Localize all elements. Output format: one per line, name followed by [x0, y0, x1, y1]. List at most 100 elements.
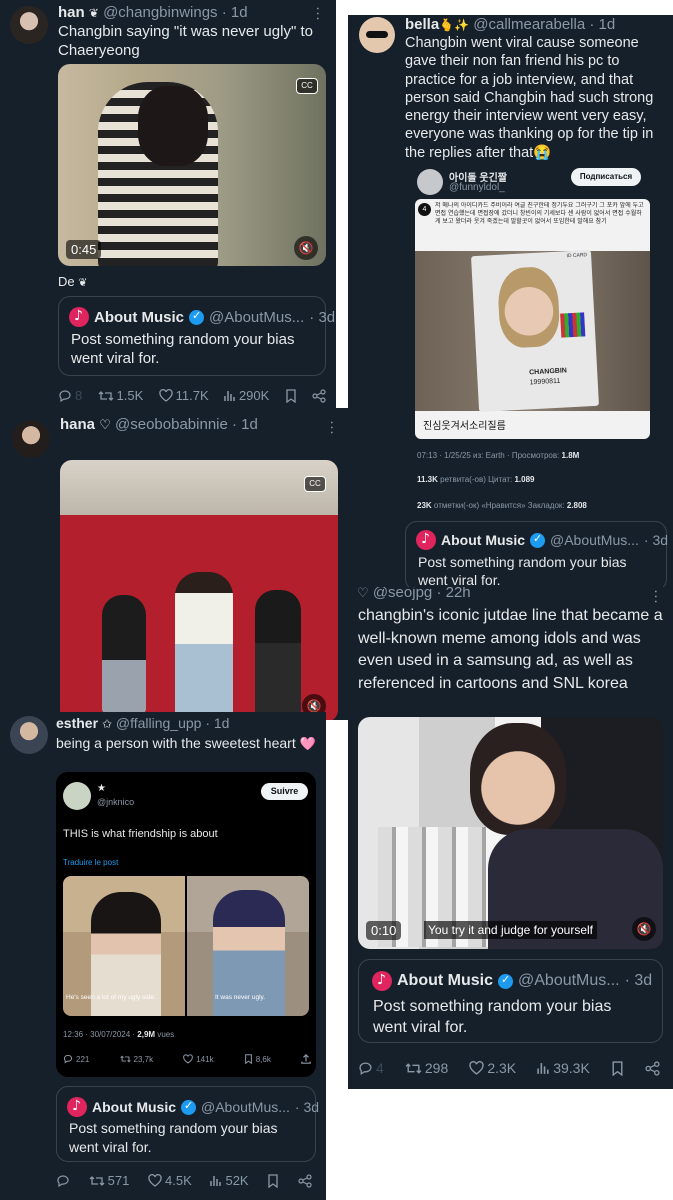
follow-button[interactable]: Suivre: [261, 783, 308, 800]
heart-icon: [469, 1061, 484, 1075]
embedded-tweet[interactable]: 아이돌 웃긴짤 @funnyldol_ Подписаться 4 저 메나의 …: [405, 162, 662, 524]
quoted-handle[interactable]: @AboutMus...: [550, 532, 639, 548]
quoted-tweet[interactable]: About Music @AboutMus... · 3d Post somet…: [358, 959, 663, 1043]
author-handle[interactable]: @changbinwings: [103, 4, 217, 21]
tweet-time[interactable]: · 1d: [222, 4, 248, 21]
tweet-video[interactable]: CC 🔇: [60, 460, 338, 720]
reply-icon[interactable]: [56, 1174, 70, 1188]
photocard-qr: [560, 312, 586, 338]
share-icon[interactable]: [312, 388, 326, 403]
avatar[interactable]: [10, 716, 48, 754]
tweet-seojpg[interactable]: ♡ @seojpg · 22h ··· changbin's iconic ju…: [348, 587, 673, 1089]
embed-name[interactable]: ★: [97, 783, 106, 794]
like-button[interactable]: 2.3K: [469, 1060, 516, 1076]
tweet-hana[interactable]: hana ♡ @seobobabinnie · 1d ··· CC 🔇: [0, 408, 348, 720]
subscribe-button[interactable]: Подписаться: [571, 168, 641, 186]
tweet-time[interactable]: · 1d: [589, 16, 615, 33]
embed-bookmarks-count: 2.808: [566, 501, 587, 510]
author-name[interactable]: esther: [56, 715, 98, 731]
views-icon: [224, 391, 235, 401]
tweet-time[interactable]: · 1d: [232, 416, 258, 433]
quoted-handle[interactable]: @AboutMus...: [201, 1099, 290, 1115]
embed-handle[interactable]: @funnyldol_: [449, 182, 505, 193]
retweet-button[interactable]: 298: [405, 1060, 448, 1076]
author-handle[interactable]: @callmearabella: [473, 16, 585, 33]
bookmark-icon[interactable]: [285, 388, 297, 403]
retweet-button[interactable]: 1.5K: [98, 388, 143, 403]
share-icon[interactable]: [298, 1173, 312, 1188]
quoted-name[interactable]: About Music: [94, 309, 184, 326]
retweet-button[interactable]: 571: [89, 1173, 129, 1188]
embed-retweet-button[interactable]: 23,7k: [119, 1054, 153, 1064]
quoted-handle[interactable]: @AboutMus...: [518, 972, 620, 990]
avatar[interactable]: [12, 420, 50, 458]
embed-reply-button[interactable]: 221: [63, 1054, 89, 1064]
quoted-time[interactable]: · 3d: [625, 972, 653, 990]
author-name[interactable]: hana: [60, 416, 95, 433]
quoted-tweet[interactable]: About Music @AboutMus... · 3d Post somet…: [56, 1086, 319, 1162]
embed-handle[interactable]: @jnknico: [97, 797, 134, 807]
dancer-center: [175, 572, 233, 720]
views-button[interactable]: 39.3K: [537, 1060, 590, 1076]
quoted-name[interactable]: About Music: [441, 532, 525, 548]
quoted-handle[interactable]: @AboutMus...: [209, 309, 304, 326]
quoted-text: Post something random your bias went vir…: [71, 331, 295, 367]
reply-button[interactable]: 4: [358, 1060, 384, 1076]
mute-icon[interactable]: 🔇: [632, 917, 656, 941]
quoted-tweet[interactable]: About Music @AboutMus... · 3d Post somet…: [58, 296, 335, 376]
tweet-video[interactable]: CC 0:45 🔇: [58, 64, 326, 266]
quoted-name[interactable]: About Music: [92, 1099, 176, 1115]
like-button[interactable]: 11.7K: [158, 388, 209, 403]
bookmark-icon[interactable]: [611, 1060, 624, 1076]
embed-bookmark-button[interactable]: 8,6k: [244, 1054, 271, 1064]
quoted-name[interactable]: About Music: [397, 972, 493, 990]
upload-icon[interactable]: [301, 1054, 311, 1064]
cc-icon[interactable]: CC: [296, 78, 318, 94]
avatar[interactable]: [359, 17, 395, 53]
embedded-tweet[interactable]: ★ @jnknico Suivre THIS is what friendshi…: [56, 772, 316, 1077]
tweet-text: Changbin saying "it was never ugly" to C…: [58, 23, 313, 59]
quoted-time[interactable]: · 3d: [295, 1099, 319, 1115]
avatar[interactable]: [10, 6, 48, 44]
author-name[interactable]: bella: [405, 16, 439, 33]
translate-link[interactable]: Traduire le post: [63, 858, 118, 867]
embed-photo-left: He's seen a lot of my ugly side.: [63, 876, 185, 1016]
retweet-count: 298: [424, 1060, 449, 1076]
tweet-han[interactable]: han ❦ @changbinwings · 1d ··· Changbin s…: [0, 0, 336, 408]
quoted-tweet[interactable]: About Music @AboutMus... · 3d Post somet…: [405, 521, 668, 587]
photocard-face: [496, 265, 561, 349]
bookmark-icon[interactable]: [267, 1173, 279, 1188]
quoted-time[interactable]: · 3d: [309, 309, 335, 326]
embed-likes-count: 23K: [417, 501, 432, 510]
more-icon[interactable]: ···: [324, 420, 341, 435]
tweet-header: bella🫰✨ @callmearabella · 1d: [405, 16, 615, 33]
more-icon[interactable]: ···: [648, 589, 665, 604]
embed-bookmarks-label: Закладок:: [527, 501, 565, 510]
reply-icon: [59, 389, 71, 402]
views-count: 290K: [238, 388, 270, 403]
tweet-time[interactable]: · 22h: [436, 587, 470, 601]
embed-like-button[interactable]: 141k: [183, 1054, 214, 1064]
reply-button[interactable]: 8: [58, 388, 82, 403]
tweet-video[interactable]: 0:10 You try it and judge for yourself 🔇: [358, 717, 663, 949]
heart-icon: [148, 1174, 162, 1187]
views-button[interactable]: 290K: [224, 388, 269, 403]
share-icon[interactable]: [645, 1060, 660, 1076]
like-button[interactable]: 4.5K: [148, 1173, 192, 1188]
author-handle[interactable]: @seojpg: [373, 587, 432, 601]
author-name[interactable]: han: [58, 4, 85, 21]
more-icon[interactable]: ···: [310, 6, 327, 21]
embed-avatar: [417, 169, 443, 195]
tweet-bella[interactable]: bella🫰✨ @callmearabella · 1d Changbin we…: [348, 15, 673, 587]
embed-quotes-count: 1.089: [514, 475, 535, 484]
embed-card: 4 저 메나의 아이디카드 주비이라 여글 친구한테 정기두요 그러구기 그 포…: [415, 199, 650, 439]
views-button[interactable]: 52K: [210, 1173, 249, 1188]
quoted-time[interactable]: · 3d: [644, 532, 668, 548]
author-handle[interactable]: @seobobabinnie: [115, 416, 228, 433]
music-avatar-icon: [372, 971, 392, 991]
mute-icon[interactable]: 🔇: [294, 236, 318, 260]
author-handle[interactable]: @ffalling_upp: [116, 715, 202, 731]
tweet-time[interactable]: · 1d: [205, 715, 229, 731]
cc-icon[interactable]: CC: [304, 476, 326, 492]
tweet-esther[interactable]: esther ✩ @ffalling_upp · 1d being a pers…: [0, 712, 326, 1200]
